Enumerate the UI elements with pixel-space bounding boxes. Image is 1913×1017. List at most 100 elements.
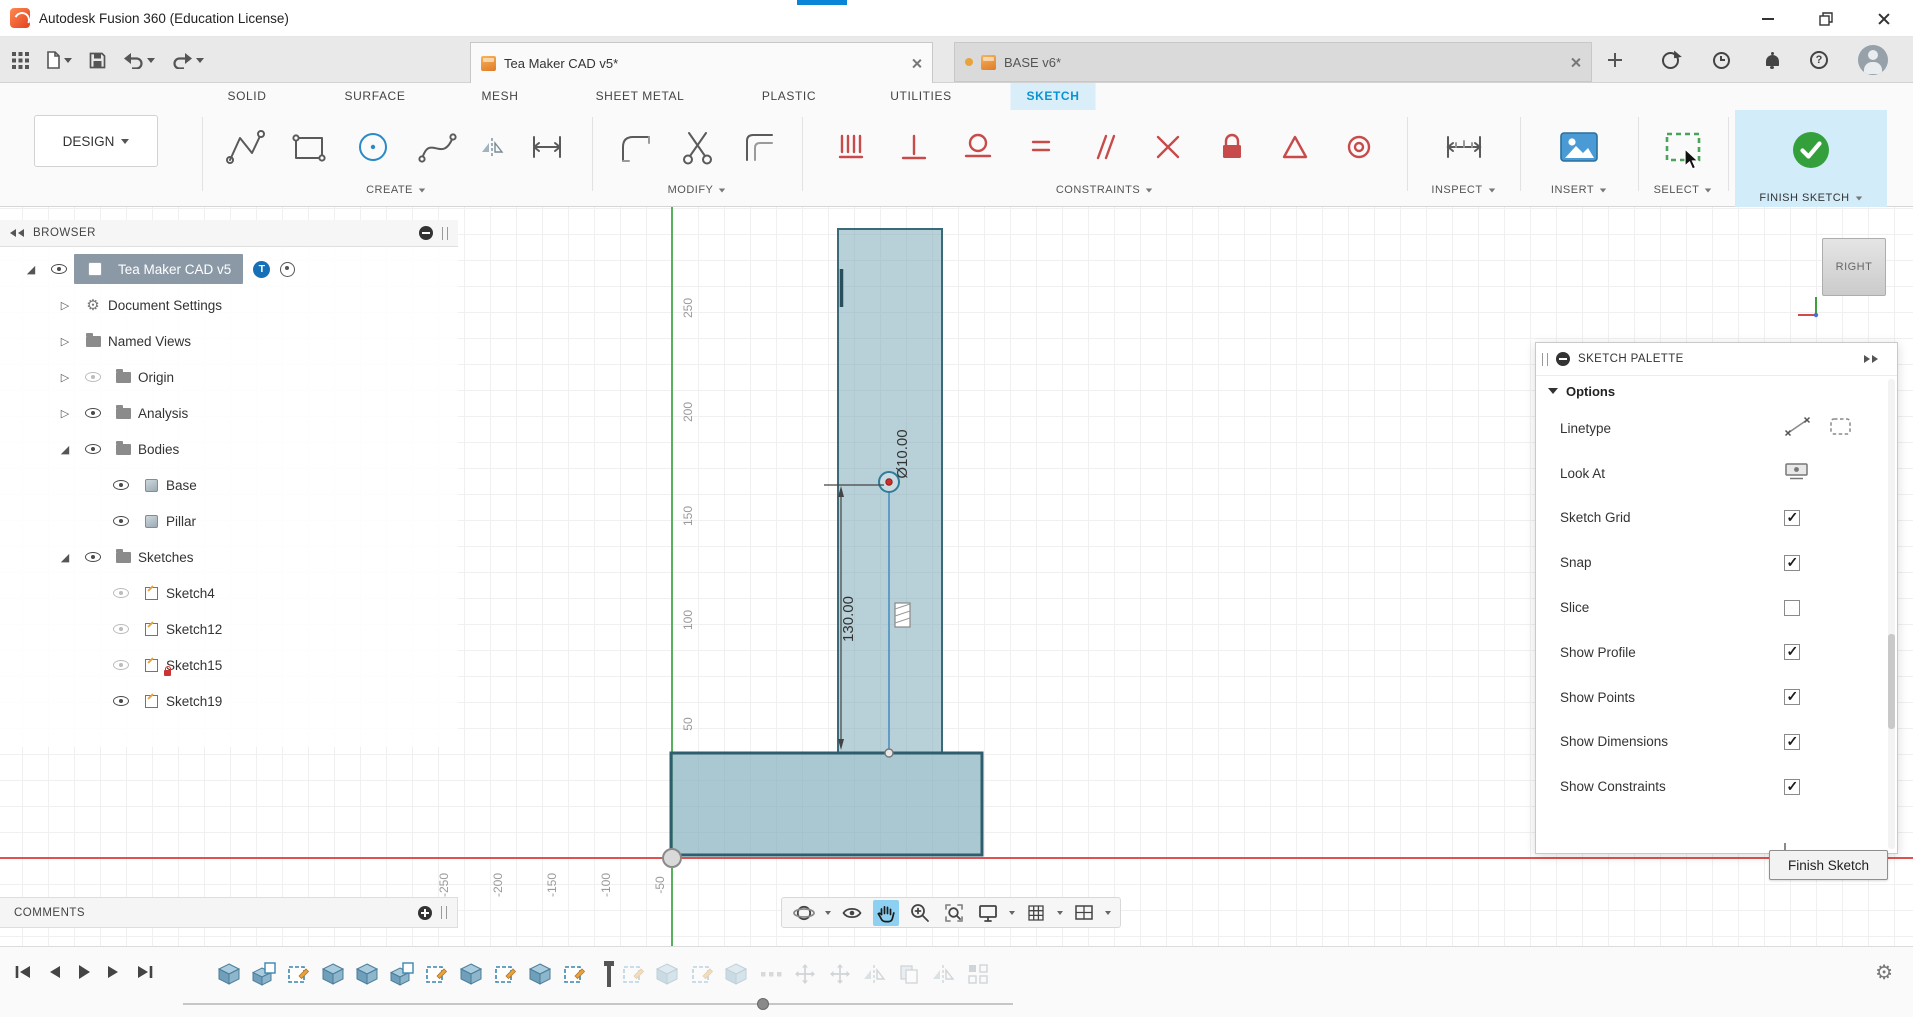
panel-grip[interactable] (442, 226, 448, 240)
in-context-badge[interactable]: T (253, 260, 271, 278)
view-cube[interactable]: RIGHT (1822, 238, 1886, 296)
show-points-checkbox[interactable] (1784, 688, 1800, 706)
expander-closed-icon[interactable]: ▷ (52, 407, 78, 420)
timeline-feature-extrude[interactable] (217, 960, 241, 988)
grid-settings-icon[interactable] (1023, 900, 1049, 926)
group-dropdown-modify[interactable]: MODIFY (594, 181, 800, 199)
browser-row-named-views[interactable]: ▷ Named Views (0, 323, 458, 359)
help-button[interactable] (1804, 37, 1834, 83)
dim-length-text[interactable]: 130.00 (840, 596, 857, 642)
finish-sketch-button[interactable]: Finish Sketch (1769, 850, 1888, 880)
close-button[interactable] (1855, 0, 1913, 37)
show-profile-checkbox[interactable] (1784, 643, 1800, 661)
mirror-icon[interactable] (480, 135, 504, 159)
group-dropdown-inspect[interactable]: INSPECT (1409, 181, 1518, 199)
add-comment-icon[interactable] (418, 905, 432, 920)
spline-icon[interactable] (416, 126, 458, 168)
timeline-feature-dots[interactable] (759, 960, 783, 988)
scrollbar-thumb[interactable] (1888, 634, 1895, 729)
timeline-feature-paste[interactable] (897, 960, 921, 988)
fix-icon[interactable] (1215, 130, 1249, 164)
browser-row-origin[interactable]: ▷ Origin (0, 359, 458, 395)
timeline-feature-mirror[interactable] (931, 960, 955, 988)
pan-icon[interactable] (873, 899, 899, 926)
rectangle-icon[interactable] (288, 126, 330, 168)
concentric-icon[interactable] (1342, 130, 1376, 164)
expander-closed-icon[interactable]: ▷ (52, 371, 78, 384)
timeline-feature-move[interactable] (793, 960, 817, 988)
visibility-eye-icon[interactable] (78, 408, 108, 418)
visibility-eye-off-icon[interactable] (106, 588, 136, 598)
group-dropdown-constraints[interactable]: CONSTRAINTS (804, 181, 1405, 199)
visibility-eye-icon[interactable] (78, 552, 108, 562)
visibility-eye-off-icon[interactable] (78, 372, 108, 382)
slice-checkbox[interactable] (1784, 599, 1800, 616)
timeline-feature-extrude[interactable] (459, 960, 483, 988)
centerline-linetype-icon[interactable] (1829, 416, 1852, 440)
timeline-feature-extrude[interactable] (655, 960, 679, 988)
timeline-feature-extrude[interactable] (528, 960, 552, 988)
app-grid-icon[interactable] (12, 51, 29, 69)
timeline-feature-mirror[interactable] (862, 960, 886, 988)
browser-row-tea-maker-cad-v5[interactable]: ◢ Tea Maker CAD v5 T (0, 251, 458, 287)
skip-end-button[interactable] (136, 964, 154, 985)
show-constraints-checkbox[interactable] (1784, 778, 1800, 795)
fillet-icon[interactable] (614, 126, 656, 168)
ribbon-tab-sheet-metal[interactable]: SHEET METAL (596, 83, 685, 110)
perpendicular-icon[interactable] (1151, 130, 1185, 164)
caret-down-icon[interactable] (1009, 910, 1015, 915)
expander-open-icon[interactable]: ◢ (52, 443, 78, 456)
timeline-feature-move[interactable] (828, 960, 852, 988)
measure-icon[interactable] (1441, 126, 1487, 168)
dim-diameter-text[interactable]: Ø10.00 (894, 429, 911, 478)
activate-component-icon[interactable] (280, 261, 296, 277)
sketch-endpoint[interactable] (884, 748, 894, 758)
collapse-palette-icon[interactable] (1556, 352, 1570, 366)
sketch-palette-header[interactable]: SKETCH PALETTE (1536, 343, 1897, 376)
timeline-feature-sketch[interactable] (621, 960, 645, 988)
offset-icon[interactable] (738, 126, 780, 168)
timeline-zoom-handle[interactable] (757, 998, 769, 1010)
browser-row-pillar[interactable]: Pillar (0, 503, 458, 539)
caret-down-icon[interactable] (1105, 910, 1111, 915)
document-tab-base[interactable]: BASE v6* (954, 42, 1592, 82)
selected-highlight[interactable]: Tea Maker CAD v5 (74, 254, 244, 284)
modeling-canvas[interactable]: 130.00 Ø10.00 250 200 150 100 50 -250 -200 -150… (0, 207, 1913, 946)
collapse-all-icon[interactable] (419, 226, 433, 240)
timeline-zoom-track[interactable] (183, 1003, 1013, 1005)
browser-row-sketch19[interactable]: Sketch19 (0, 683, 458, 719)
visibility-eye-icon[interactable] (106, 696, 136, 706)
browser-row-sketches[interactable]: ◢ Sketches (0, 539, 458, 575)
sketch-grid-checkbox[interactable] (1784, 509, 1800, 526)
browser-row-bodies[interactable]: ◢ Bodies (0, 431, 458, 467)
document-tab-tea-maker[interactable]: Tea Maker CAD v5* (470, 42, 933, 83)
collapse-panel-icon[interactable] (10, 229, 25, 237)
timeline-feature-extrude[interactable] (321, 960, 345, 988)
timeline-feature-combo[interactable] (389, 960, 414, 988)
browser-row-analysis[interactable]: ▷ Analysis (0, 395, 458, 431)
viewports-icon[interactable] (1071, 900, 1097, 926)
midpoint-icon[interactable] (1278, 130, 1312, 164)
timeline-feature-sketch[interactable] (690, 960, 714, 988)
construction-linetype-icon[interactable] (1784, 416, 1811, 440)
visibility-eye-off-icon[interactable] (106, 660, 136, 670)
ribbon-tab-mesh[interactable]: MESH (481, 83, 518, 110)
expander-open-icon[interactable]: ◢ (18, 263, 44, 276)
trim-icon[interactable] (676, 126, 718, 168)
step-forward-button[interactable] (107, 964, 121, 985)
expander-open-icon[interactable]: ◢ (52, 551, 78, 564)
save-button[interactable] (89, 52, 106, 69)
timeline-playhead[interactable] (597, 960, 621, 988)
ribbon-tab-surface[interactable]: SURFACE (345, 83, 406, 110)
finish-check-icon[interactable] (1790, 129, 1832, 171)
line-icon[interactable] (224, 126, 266, 168)
comments-bar[interactable]: COMMENTS (0, 897, 458, 928)
close-tab-icon[interactable] (1570, 57, 1581, 68)
visibility-eye-icon[interactable] (44, 264, 74, 274)
fit-view-icon[interactable] (941, 900, 967, 926)
horizontal-vertical-icon[interactable] (834, 130, 868, 164)
group-dropdown-finish-sketch[interactable]: FINISH SKETCH (1735, 189, 1887, 207)
timeline-feature-sketch[interactable] (493, 960, 517, 988)
look-at-icon[interactable] (839, 900, 865, 926)
close-tab-icon[interactable] (911, 58, 922, 69)
